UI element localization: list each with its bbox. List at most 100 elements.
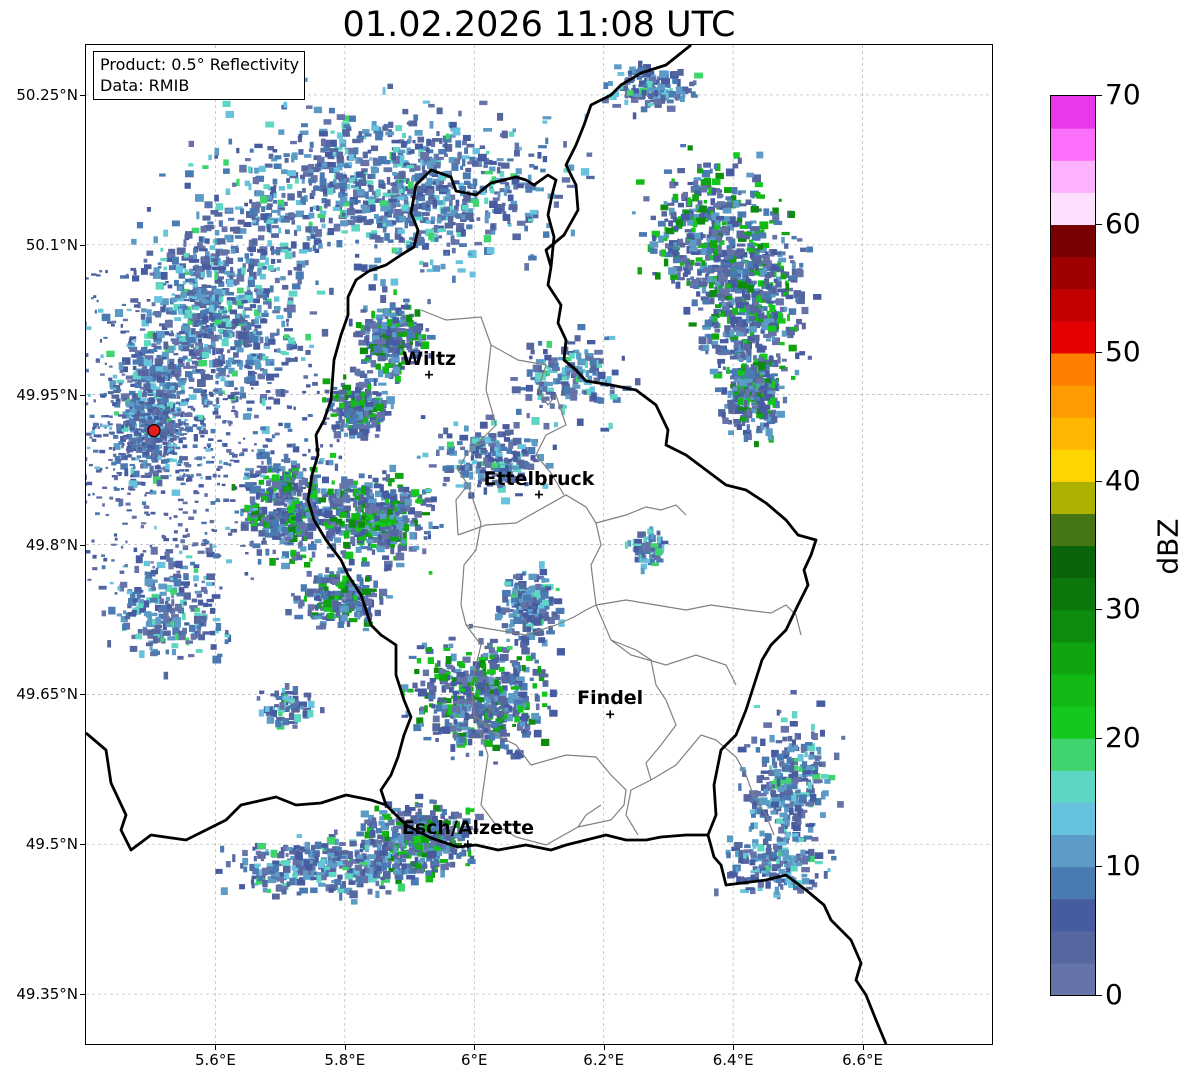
echo-cell: [371, 173, 376, 179]
echo-cell: [284, 252, 293, 260]
echo-cell: [782, 396, 788, 404]
echo-cell: [375, 502, 384, 507]
radar-map[interactable]: [85, 44, 993, 1045]
echo-cell: [788, 344, 797, 352]
echo-cell: [409, 523, 415, 527]
echo-cell: [307, 523, 317, 531]
echo-cell: [206, 270, 212, 278]
echo-cell: [463, 194, 471, 202]
echo-cell: [406, 147, 411, 152]
echo-cell: [390, 489, 397, 496]
echo-cell: [722, 417, 729, 424]
echo-cell: [714, 328, 721, 333]
echo-cell: [250, 252, 254, 257]
echo-cell: [355, 396, 360, 402]
echo-cell: [535, 583, 541, 590]
echo-cell: [522, 733, 531, 738]
echo-cell: [307, 609, 312, 617]
echo-cell: [801, 306, 809, 315]
echo-cell: [429, 121, 434, 129]
echo-cell: [427, 534, 431, 540]
echo-cell: [710, 240, 718, 248]
echo-cell: [355, 253, 360, 258]
echo-cell: [428, 103, 435, 108]
echo-cell: [254, 143, 263, 149]
echo-cell: [770, 294, 776, 298]
echo-cell: [693, 184, 700, 191]
echo-cell: [480, 725, 484, 729]
echo-cell: [445, 133, 450, 140]
echo-cell: [182, 280, 187, 285]
echo-cell: [486, 247, 495, 255]
echo-cell: [478, 750, 484, 757]
echo-cell: [692, 220, 698, 228]
echo-cell: [444, 222, 454, 229]
echo-cell: [242, 448, 248, 452]
echo-cell: [363, 219, 372, 226]
echo-cell: [371, 125, 380, 131]
echo-cell: [171, 297, 177, 303]
echo-cell: [691, 227, 696, 232]
echo-cell: [429, 686, 434, 691]
echo-cell: [773, 278, 778, 283]
echo-cell: [378, 369, 384, 378]
echo-cell: [799, 351, 806, 356]
echo-cell: [401, 539, 406, 544]
echo-cell: [376, 308, 383, 313]
echo-cell: [228, 217, 235, 221]
echo-cell: [188, 140, 194, 147]
echo-cell: [386, 354, 393, 358]
echo-cell: [448, 636, 456, 641]
echo-cell: [701, 277, 707, 282]
echo-cell: [344, 423, 349, 428]
echo-cell: [450, 725, 457, 732]
echo-cell: [346, 620, 351, 627]
echo-cell: [381, 533, 390, 540]
echo-cell: [530, 585, 536, 593]
echo-cell: [538, 613, 542, 620]
echo-cell: [397, 196, 405, 201]
echo-cell: [479, 100, 488, 106]
echo-cell: [469, 271, 476, 278]
echo-cell: [725, 168, 735, 177]
echo-cell: [783, 306, 788, 312]
echo-cell: [343, 432, 349, 437]
echo-cell: [216, 249, 221, 256]
echo-cell: [677, 202, 684, 208]
echo-cell: [286, 178, 290, 183]
echo-cell: [719, 339, 729, 344]
echo-cell: [233, 352, 239, 358]
echo-cell: [680, 214, 689, 220]
echo-cell: [222, 100, 231, 107]
echo-cell: [465, 167, 472, 172]
echo-cell: [237, 219, 245, 225]
echo-cell: [425, 220, 431, 224]
echo-cell: [732, 200, 740, 208]
echo-cell: [497, 613, 503, 619]
echo-cell: [386, 539, 391, 546]
echo-cell: [146, 309, 152, 317]
echo-cell: [205, 284, 212, 288]
echo-cell: [228, 138, 233, 145]
echo-cell: [141, 308, 147, 313]
echo-cell: [737, 398, 744, 406]
echo-cell: [183, 239, 187, 247]
echo-cell: [382, 226, 387, 233]
echo-cell: [412, 325, 422, 333]
echo-cell: [372, 335, 380, 340]
echo-cell: [334, 595, 339, 601]
echo-cell: [191, 259, 200, 263]
echo-cell: [729, 316, 739, 325]
echo-cell: [472, 148, 480, 155]
echo-cell: [396, 517, 403, 521]
echo-cell: [702, 326, 711, 330]
echo-cell: [334, 497, 343, 504]
echo-cell: [338, 134, 343, 139]
echo-cell: [227, 330, 233, 334]
echo-cell: [460, 185, 466, 192]
echo-cell: [751, 195, 755, 199]
echo-cell: [542, 156, 548, 163]
echo-cell: [751, 226, 760, 232]
echo-cell: [358, 131, 362, 137]
echo-cell: [315, 604, 319, 611]
